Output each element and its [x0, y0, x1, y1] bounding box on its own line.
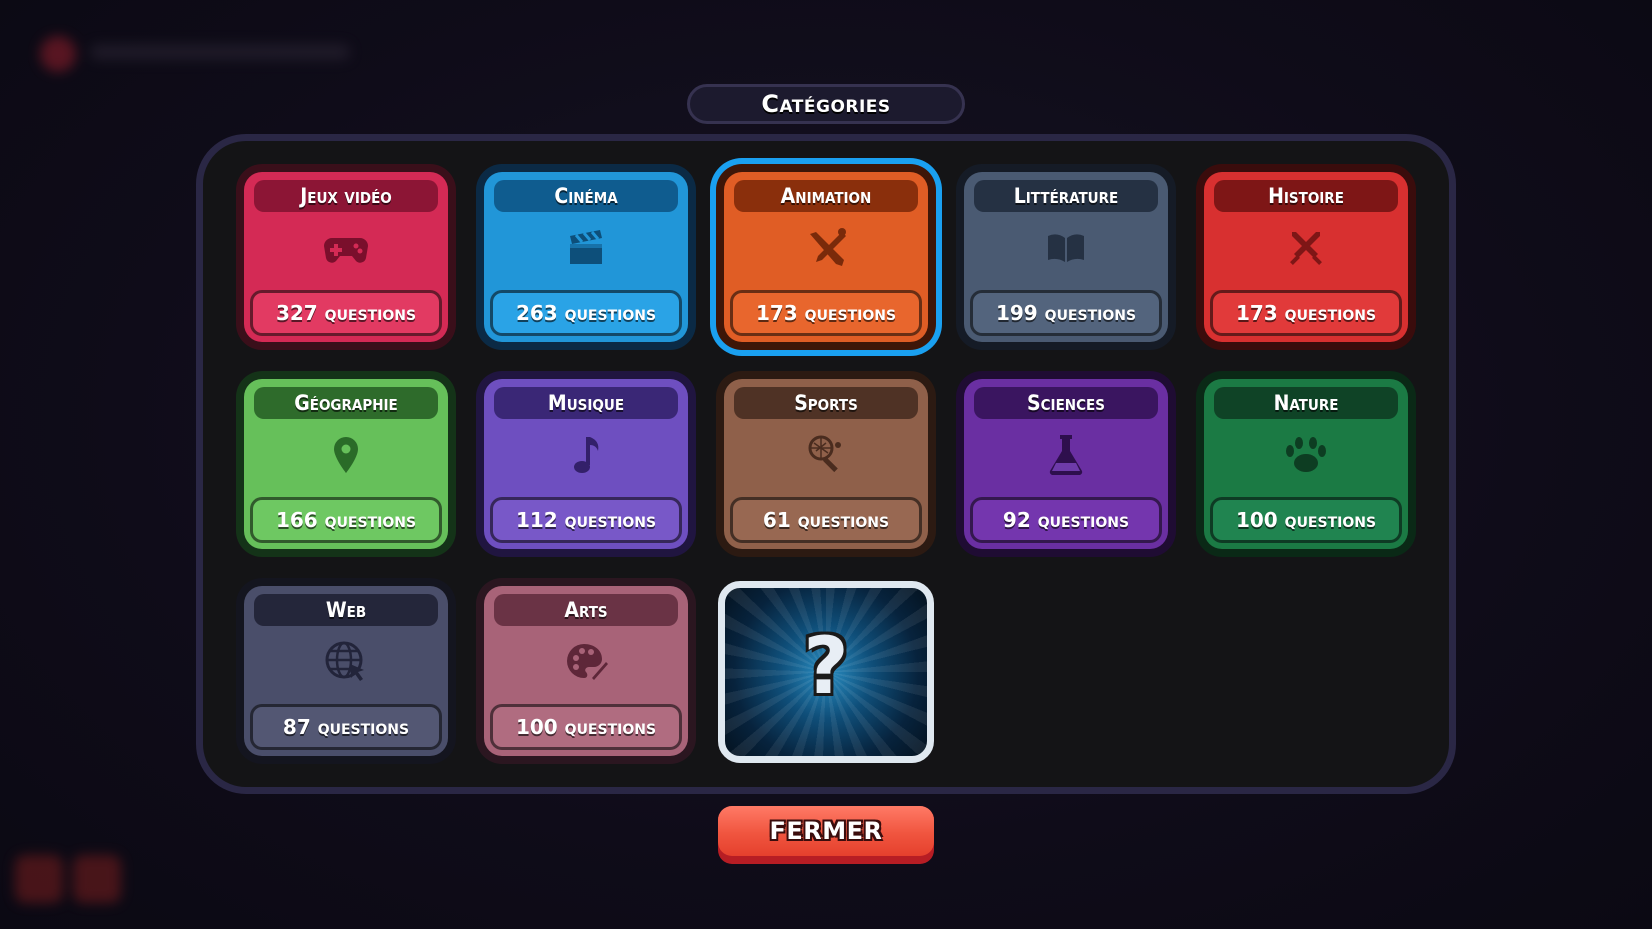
crossed-swords-icon [1282, 224, 1330, 272]
category-card-histoire[interactable]: Histoire 173 questions [1196, 164, 1416, 350]
category-name: Sciences [974, 387, 1158, 419]
category-name: Histoire [1214, 180, 1398, 212]
pencil-brush-icon [802, 224, 850, 272]
question-count: 263 questions [490, 290, 682, 336]
category-name: Musique [494, 387, 678, 419]
book-icon [1042, 224, 1090, 272]
category-name: Arts [494, 594, 678, 626]
category-name: Jeux vidéo [254, 180, 438, 212]
flask-icon [1042, 431, 1090, 479]
question-count: 61 questions [730, 497, 922, 543]
page-title: Catégories [687, 84, 965, 124]
globe-cursor-icon [322, 638, 370, 686]
category-card-animation[interactable]: Animation 173 questions [716, 164, 936, 350]
close-button[interactable]: FERMER [718, 806, 934, 864]
close-button-label: FERMER [718, 806, 934, 856]
question-count: 327 questions [250, 290, 442, 336]
clapperboard-icon [562, 224, 610, 272]
category-card-jeux-video[interactable]: Jeux vidéo 327 questions [236, 164, 456, 350]
question-mark-icon: ? [803, 622, 849, 712]
category-name: Cinéma [494, 180, 678, 212]
category-name: Nature [1214, 387, 1398, 419]
question-count: 87 questions [250, 704, 442, 750]
music-note-icon [562, 431, 610, 479]
category-name: Sports [734, 387, 918, 419]
question-count: 100 questions [490, 704, 682, 750]
question-count: 166 questions [250, 497, 442, 543]
category-card-sports[interactable]: Sports 61 questions [716, 371, 936, 557]
category-card-litterature[interactable]: Littérature 199 questions [956, 164, 1176, 350]
question-count: 173 questions [730, 290, 922, 336]
category-card-geographie[interactable]: Géographie 166 questions [236, 371, 456, 557]
category-name: Géographie [254, 387, 438, 419]
palette-icon [562, 638, 610, 686]
category-name: Littérature [974, 180, 1158, 212]
question-count: 112 questions [490, 497, 682, 543]
question-count: 173 questions [1210, 290, 1402, 336]
question-count: 92 questions [970, 497, 1162, 543]
paw-icon [1282, 431, 1330, 479]
category-card-musique[interactable]: Musique 112 questions [476, 371, 696, 557]
category-card-web[interactable]: Web 87 questions [236, 578, 456, 764]
question-count: 199 questions [970, 290, 1162, 336]
blurred-background-buttons [15, 855, 125, 905]
category-name: Animation [734, 180, 918, 212]
blurred-background-header [40, 30, 360, 72]
question-count: 100 questions [1210, 497, 1402, 543]
map-pin-icon [322, 431, 370, 479]
gamepad-icon [322, 224, 370, 272]
category-card-cinema[interactable]: Cinéma 263 questions [476, 164, 696, 350]
random-category-card[interactable]: ? [718, 581, 934, 763]
category-card-sciences[interactable]: Sciences 92 questions [956, 371, 1176, 557]
category-card-arts[interactable]: Arts 100 questions [476, 578, 696, 764]
category-name: Web [254, 594, 438, 626]
racket-ball-icon [802, 431, 850, 479]
category-card-nature[interactable]: Nature 100 questions [1196, 371, 1416, 557]
